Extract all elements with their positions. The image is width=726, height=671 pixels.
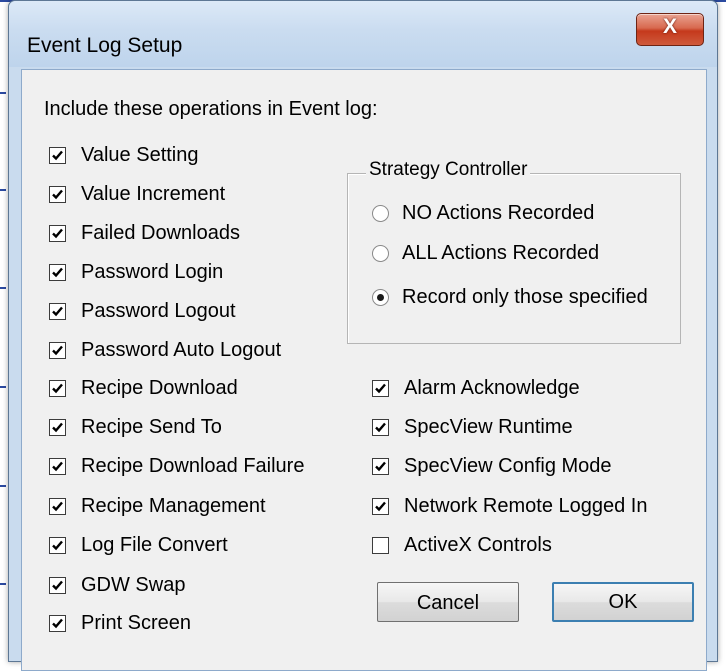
instruction-label: Include these operations in Event log: (44, 98, 378, 120)
checkbox-label: Recipe Send To (81, 415, 222, 438)
checkmark-icon[interactable] (49, 185, 66, 203)
checkbox-specview-runtime[interactable]: SpecView Runtime (372, 414, 573, 440)
radio-label: NO Actions Recorded (402, 201, 595, 224)
radio-record-only-those-specified[interactable]: Record only those specified (372, 284, 648, 310)
radio-unselected-icon[interactable] (372, 244, 389, 262)
checkmark-icon[interactable] (49, 341, 66, 359)
checkmark-icon[interactable] (49, 224, 66, 242)
radio-no-actions-recorded[interactable]: NO Actions Recorded (372, 200, 594, 226)
checkbox-network-remote-logged-in[interactable]: Network Remote Logged In (372, 493, 647, 519)
radio-unselected-icon[interactable] (372, 204, 389, 222)
checkbox-label: Password Logout (81, 299, 236, 322)
checkbox-log-file-convert[interactable]: Log File Convert (49, 532, 228, 558)
dialog-title: Event Log Setup (27, 34, 183, 57)
radio-label: ALL Actions Recorded (402, 241, 600, 264)
checkmark-icon[interactable] (49, 379, 66, 397)
checkbox-recipe-download-failure[interactable]: Recipe Download Failure (49, 453, 304, 479)
checkmark-icon[interactable] (372, 418, 389, 436)
checkbox-value-setting[interactable]: Value Setting (49, 142, 199, 168)
radio-all-actions-recorded[interactable]: ALL Actions Recorded (372, 240, 599, 266)
checkmark-icon[interactable] (49, 418, 66, 436)
checkmark-icon[interactable] (49, 614, 66, 632)
empty-checkbox-icon[interactable] (372, 536, 389, 554)
checkbox-label: Value Setting (81, 143, 199, 166)
close-button[interactable]: X (636, 13, 704, 46)
checkmark-icon[interactable] (372, 497, 389, 515)
checkbox-activex-controls[interactable]: ActiveX Controls (372, 532, 552, 558)
checkbox-label: GDW Swap (81, 573, 186, 596)
checkbox-password-login[interactable]: Password Login (49, 259, 223, 285)
checkbox-label: Value Increment (81, 182, 226, 205)
checkmark-icon[interactable] (49, 302, 66, 320)
dialog-body: Include these operations in Event log: V… (21, 69, 707, 671)
checkbox-alarm-acknowledge[interactable]: Alarm Acknowledge (372, 375, 580, 401)
ok-button[interactable]: OK (552, 582, 694, 622)
checkbox-gdw-swap[interactable]: GDW Swap (49, 572, 185, 598)
checkbox-label: ActiveX Controls (404, 533, 552, 556)
checkbox-label: SpecView Runtime (404, 415, 573, 438)
checkmark-icon[interactable] (372, 457, 389, 475)
checkbox-label: Alarm Acknowledge (404, 376, 580, 399)
checkmark-icon[interactable] (49, 497, 66, 515)
checkbox-specview-config-mode[interactable]: SpecView Config Mode (372, 453, 612, 479)
checkbox-recipe-send-to[interactable]: Recipe Send To (49, 414, 222, 440)
checkbox-label: Recipe Management (81, 494, 266, 517)
checkbox-label: Log File Convert (81, 533, 228, 556)
close-icon: X (662, 15, 677, 38)
event-log-setup-dialog: Event Log Setup X Include these operatio… (8, 0, 718, 671)
checkbox-password-logout[interactable]: Password Logout (49, 298, 236, 324)
checkmark-icon[interactable] (49, 536, 66, 554)
checkmark-icon[interactable] (49, 576, 66, 594)
checkmark-icon[interactable] (49, 263, 66, 281)
checkbox-label: Print Screen (81, 611, 192, 634)
checkmark-icon[interactable] (372, 379, 389, 397)
checkmark-icon[interactable] (49, 146, 66, 164)
cancel-button[interactable]: Cancel (377, 582, 519, 622)
checkbox-print-screen[interactable]: Print Screen (49, 610, 191, 636)
checkbox-label: Recipe Download Failure (81, 454, 305, 477)
checkbox-label: SpecView Config Mode (404, 454, 612, 477)
checkbox-label: Network Remote Logged In (404, 494, 648, 517)
title-bar[interactable]: Event Log Setup X (9, 1, 717, 67)
checkbox-label: Failed Downloads (81, 221, 240, 244)
checkbox-label: Password Login (81, 260, 224, 283)
checkbox-recipe-management[interactable]: Recipe Management (49, 493, 266, 519)
radio-label: Record only those specified (402, 285, 648, 308)
radio-selected-icon[interactable] (372, 288, 389, 306)
checkbox-failed-downloads[interactable]: Failed Downloads (49, 220, 240, 246)
strategy-controller-title: Strategy Controller (366, 159, 531, 181)
checkmark-icon[interactable] (49, 457, 66, 475)
checkbox-label: Password Auto Logout (81, 338, 282, 361)
checkbox-recipe-download[interactable]: Recipe Download (49, 375, 238, 401)
checkbox-value-increment[interactable]: Value Increment (49, 181, 225, 207)
checkbox-password-auto-logout[interactable]: Password Auto Logout (49, 337, 281, 363)
checkbox-label: Recipe Download (81, 376, 238, 399)
